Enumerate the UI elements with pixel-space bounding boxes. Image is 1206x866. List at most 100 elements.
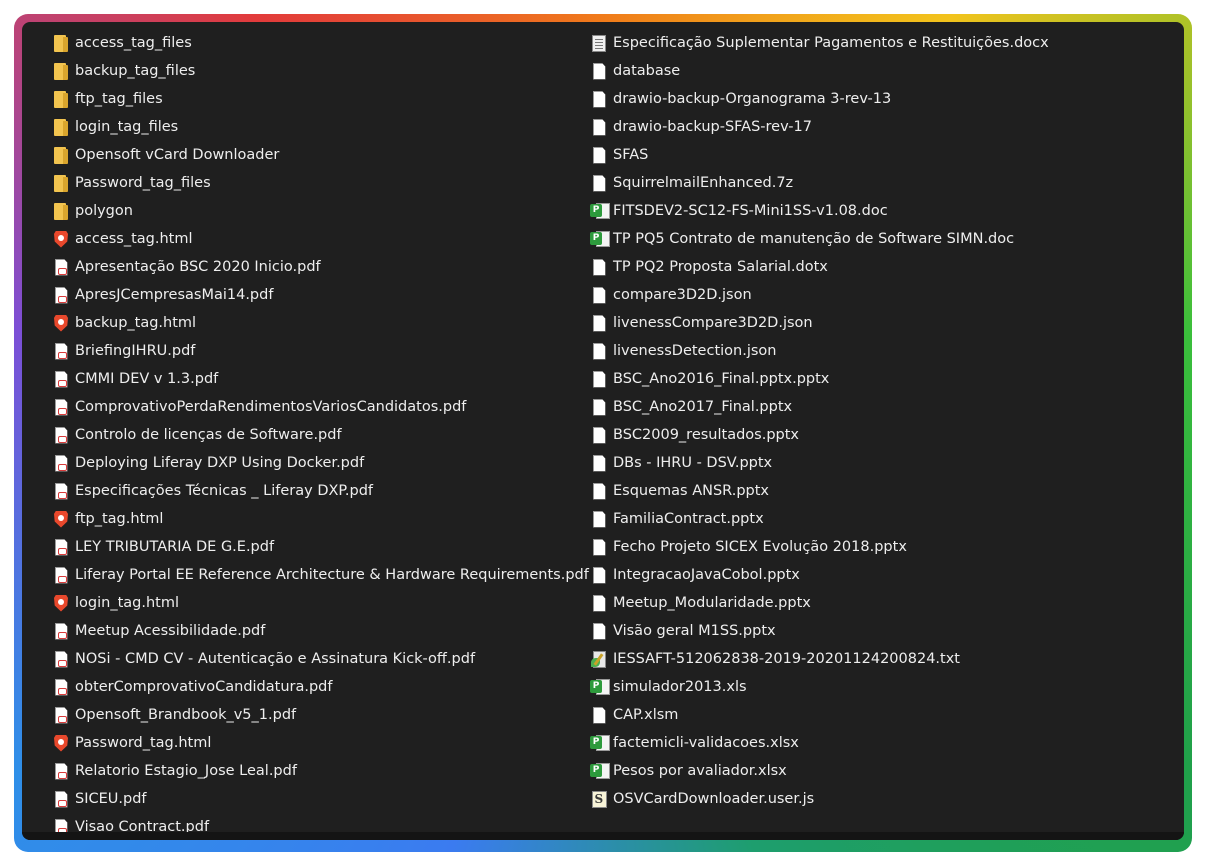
file-item[interactable]: ftp_tag_files <box>52 85 572 113</box>
blank-file-icon <box>590 425 608 445</box>
file-item[interactable]: Especificação Suplementar Pagamentos e R… <box>590 29 1170 57</box>
file-item[interactable]: Opensoft_Brandbook_v5_1.pdf <box>52 701 572 729</box>
file-item[interactable]: Esquemas ANSR.pptx <box>590 477 1170 505</box>
file-item[interactable]: Controlo de licenças de Software.pdf <box>52 421 572 449</box>
blank-file-icon <box>590 453 608 473</box>
file-item[interactable]: ComprovativoPerdaRendimentosVariosCandid… <box>52 393 572 421</box>
file-name: BSC_Ano2017_Final.pptx <box>613 399 793 415</box>
blank-file-icon <box>590 705 608 725</box>
folder-icon <box>52 89 70 109</box>
file-item[interactable]: Visão geral M1SS.pptx <box>590 617 1170 645</box>
file-item[interactable]: backup_tag_files <box>52 57 572 85</box>
file-item[interactable]: database <box>590 57 1170 85</box>
file-item[interactable]: SFAS <box>590 141 1170 169</box>
file-name: Fecho Projeto SICEX Evolução 2018.pptx <box>613 539 907 555</box>
pdf-icon <box>52 341 70 361</box>
file-item[interactable]: BSC2009_resultados.pptx <box>590 421 1170 449</box>
pdf-icon <box>52 537 70 557</box>
pdf-icon <box>52 369 70 389</box>
brave-html-icon <box>52 313 70 333</box>
file-name: access_tag.html <box>75 231 193 247</box>
file-item[interactable]: Apresentação BSC 2020 Inicio.pdf <box>52 253 572 281</box>
brave-html-icon <box>52 593 70 613</box>
file-item[interactable]: Fecho Projeto SICEX Evolução 2018.pptx <box>590 533 1170 561</box>
file-name: SICEU.pdf <box>75 791 147 807</box>
file-item[interactable]: Especificações Técnicas _ Liferay DXP.pd… <box>52 477 572 505</box>
file-item[interactable]: Password_tag_files <box>52 169 572 197</box>
file-name: drawio-backup-Organograma 3-rev-13 <box>613 91 892 107</box>
pdf-icon <box>52 677 70 697</box>
file-name: simulador2013.xls <box>613 679 747 695</box>
file-item[interactable]: Deploying Liferay DXP Using Docker.pdf <box>52 449 572 477</box>
file-name: database <box>613 63 681 79</box>
file-item[interactable]: IntegracaoJavaCobol.pptx <box>590 561 1170 589</box>
file-item[interactable]: Password_tag.html <box>52 729 572 757</box>
file-item[interactable]: Pfactemicli-validacoes.xlsx <box>590 729 1170 757</box>
file-item[interactable]: access_tag_files <box>52 29 572 57</box>
file-item[interactable]: login_tag_files <box>52 113 572 141</box>
file-item[interactable]: ftp_tag.html <box>52 505 572 533</box>
file-name: FITSDEV2-SC12-FS-Mini1SS-v1.08.doc <box>613 203 888 219</box>
file-item[interactable]: Meetup Acessibilidade.pdf <box>52 617 572 645</box>
pdf-icon <box>52 257 70 277</box>
file-name: Apresentação BSC 2020 Inicio.pdf <box>75 259 321 275</box>
file-item[interactable]: Psimulador2013.xls <box>590 673 1170 701</box>
pdf-icon <box>52 621 70 641</box>
folder-icon <box>52 201 70 221</box>
file-item[interactable]: LEY TRIBUTARIA DE G.E.pdf <box>52 533 572 561</box>
file-item[interactable]: P TP PQ5 Contrato de manutenção de Softwa… <box>590 225 1170 253</box>
file-item[interactable]: Relatorio Estagio_Jose Leal.pdf <box>52 757 572 785</box>
file-item[interactable]: livenessCompare3D2D.json <box>590 309 1170 337</box>
file-item[interactable]: OSVCardDownloader.user.js <box>590 785 1170 813</box>
blank-file-icon <box>590 145 608 165</box>
file-item[interactable]: Liferay Portal EE Reference Architecture… <box>52 561 589 589</box>
file-item[interactable]: NOSi - CMD CV - Autenticação e Assinatur… <box>52 645 572 673</box>
pdf-icon <box>52 789 70 809</box>
file-item[interactable]: BriefingIHRU.pdf <box>52 337 572 365</box>
file-name: Esquemas ANSR.pptx <box>613 483 770 499</box>
file-item[interactable]: BSC_Ano2017_Final.pptx <box>590 393 1170 421</box>
file-item[interactable]: livenessDetection.json <box>590 337 1170 365</box>
file-item[interactable]: P Pesos por avaliador.xlsx <box>590 757 1170 785</box>
file-item[interactable]: login_tag.html <box>52 589 572 617</box>
blank-file-icon <box>590 341 608 361</box>
folder-icon <box>52 145 70 165</box>
file-item[interactable]: TP PQ2 Proposta Salarial.dotx <box>590 253 1170 281</box>
file-item[interactable]: drawio-backup-Organograma 3-rev-13 <box>590 85 1170 113</box>
file-item[interactable]: SquirrelmailEnhanced.7z <box>590 169 1170 197</box>
blank-file-icon <box>590 369 608 389</box>
file-name: Password_tag.html <box>75 735 212 751</box>
file-item[interactable]: FamiliaContract.pptx <box>590 505 1170 533</box>
blank-file-icon <box>590 61 608 81</box>
file-item[interactable]: Meetup_Modularidade.pptx <box>590 589 1170 617</box>
file-item[interactable]: IESSAFT-512062838-2019-20201124200824.tx… <box>590 645 1170 673</box>
pdf-icon <box>52 453 70 473</box>
file-column-right: Especificação Suplementar Pagamentos e R… <box>590 29 1170 813</box>
file-item[interactable]: polygon <box>52 197 572 225</box>
file-name: Controlo de licenças de Software.pdf <box>75 427 342 443</box>
blank-file-icon <box>590 593 608 613</box>
file-name: login_tag.html <box>75 595 179 611</box>
file-name: Liferay Portal EE Reference Architecture… <box>75 567 589 583</box>
file-item[interactable]: drawio-backup-SFAS-rev-17 <box>590 113 1170 141</box>
file-item[interactable]: CMMI DEV v 1.3.pdf <box>52 365 572 393</box>
file-name: Especificação Suplementar Pagamentos e R… <box>613 35 1049 51</box>
blank-file-icon <box>590 173 608 193</box>
file-name: ftp_tag.html <box>75 511 164 527</box>
file-item[interactable]: compare3D2D.json <box>590 281 1170 309</box>
file-item[interactable]: access_tag.html <box>52 225 572 253</box>
file-name: BSC2009_resultados.pptx <box>613 427 799 443</box>
pdf-icon <box>52 481 70 501</box>
blank-file-icon <box>590 89 608 109</box>
file-item[interactable]: Opensoft vCard Downloader <box>52 141 572 169</box>
file-item[interactable]: DBs - IHRU - DSV.pptx <box>590 449 1170 477</box>
file-item[interactable]: CAP.xlsm <box>590 701 1170 729</box>
file-item[interactable]: BSC_Ano2016_Final.pptx.pptx <box>590 365 1170 393</box>
file-name: NOSi - CMD CV - Autenticação e Assinatur… <box>75 651 476 667</box>
file-item[interactable]: SICEU.pdf <box>52 785 572 813</box>
file-item[interactable]: P FITSDEV2-SC12-FS-Mini1SS-v1.08.doc <box>590 197 1170 225</box>
file-item[interactable]: ApresJCempresasMai14.pdf <box>52 281 572 309</box>
file-item[interactable]: obterComprovativoCandidatura.pdf <box>52 673 572 701</box>
file-item[interactable]: backup_tag.html <box>52 309 572 337</box>
folder-icon <box>52 61 70 81</box>
